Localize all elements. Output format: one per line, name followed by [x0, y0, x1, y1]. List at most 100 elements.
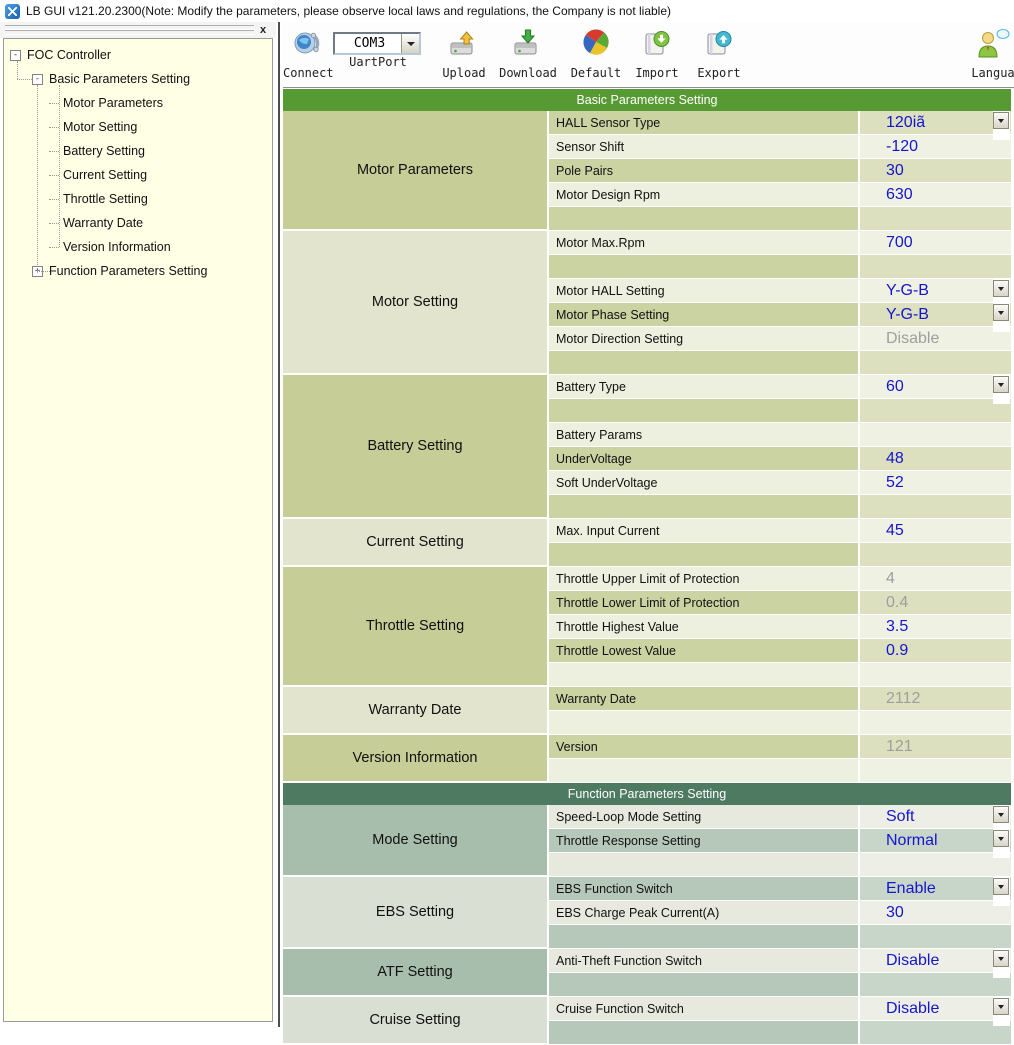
- param-value[interactable]: Disable: [860, 327, 1011, 350]
- tree-item-foc-controller[interactable]: -FOC Controller: [10, 43, 111, 67]
- param-name: Max. Input Current: [549, 519, 860, 542]
- tree-item-function-parameters-setting[interactable]: +Function Parameters Setting: [32, 259, 207, 283]
- close-icon[interactable]: x: [256, 23, 270, 37]
- param-row-speed-loop-mode-setting: Speed-Loop Mode SettingSoft: [549, 805, 1011, 829]
- tree-item-basic-parameters-setting[interactable]: -Basic Parameters Setting: [32, 67, 190, 91]
- param-row-anti-theft-function-switch: Anti-Theft Function SwitchDisable: [549, 949, 1011, 973]
- param-value[interactable]: 30: [860, 159, 1011, 182]
- section-header-function-parameters-setting: Function Parameters Setting: [283, 783, 1011, 805]
- group-cell-throttle-setting: Throttle Setting: [283, 567, 549, 687]
- grip-line: [5, 30, 254, 35]
- panel-splitter[interactable]: [276, 22, 283, 1027]
- param-value[interactable]: 52: [860, 471, 1011, 494]
- param-value[interactable]: 60: [860, 375, 1011, 398]
- group-rows: Battery Type60Battery ParamsUnderVoltage…: [549, 375, 1011, 519]
- param-value[interactable]: Normal: [860, 829, 1011, 852]
- param-value[interactable]: Enable: [860, 877, 1011, 900]
- collapse-icon[interactable]: -: [10, 50, 21, 61]
- tree-item-warranty-date[interactable]: Warranty Date: [49, 211, 143, 235]
- title-bar: LB GUI v121.20.2300(Note: Modify the par…: [0, 0, 1014, 23]
- export-button[interactable]: Export: [690, 28, 748, 86]
- tree-item-current-setting[interactable]: Current Setting: [49, 163, 147, 187]
- tree-connector: [17, 61, 18, 79]
- toolbar: Connect COM3 UartPort Upload: [283, 22, 1014, 88]
- param-value[interactable]: 121: [860, 735, 1011, 758]
- uart-port-value: COM3: [335, 36, 401, 51]
- tree-item-motor-setting[interactable]: Motor Setting: [49, 115, 137, 139]
- connect-icon: [283, 28, 333, 62]
- param-value[interactable]: Disable: [860, 997, 1011, 1020]
- tree-item-motor-parameters[interactable]: Motor Parameters: [49, 91, 163, 115]
- dropdown-button[interactable]: [993, 806, 1009, 823]
- chevron-down-icon: [998, 287, 1004, 291]
- param-value[interactable]: Soft: [860, 805, 1011, 828]
- collapse-icon[interactable]: -: [32, 74, 43, 85]
- param-row-cruise-function-switch: Cruise Function SwitchDisable: [549, 997, 1011, 1021]
- group-rows: Max. Input Current 45: [549, 519, 1011, 567]
- param-value[interactable]: 700: [860, 231, 1011, 254]
- param-row-empty: [549, 663, 1011, 687]
- param-value: [860, 399, 1011, 422]
- upload-icon: [436, 28, 492, 62]
- param-value[interactable]: 0.4: [860, 591, 1011, 614]
- param-value[interactable]: 48: [860, 447, 1011, 470]
- param-value[interactable]: Y-G-B: [860, 303, 1011, 326]
- param-value[interactable]: 0.9: [860, 639, 1011, 662]
- param-row-motor-phase-setting: Motor Phase SettingY-G-B: [549, 303, 1011, 327]
- param-name: [549, 711, 860, 734]
- dropdown-button[interactable]: [993, 830, 1009, 847]
- dropdown-button[interactable]: [993, 998, 1009, 1015]
- param-value[interactable]: 630: [860, 183, 1011, 206]
- dropdown-button[interactable]: [993, 878, 1009, 895]
- tree-item-version-information[interactable]: Version Information: [49, 235, 171, 259]
- param-value-text: Soft: [886, 808, 914, 826]
- group-cell-ebs-setting: EBS Setting: [283, 877, 549, 949]
- param-value[interactable]: 2112: [860, 687, 1011, 710]
- dropdown-button[interactable]: [993, 304, 1009, 321]
- param-value[interactable]: 30: [860, 901, 1011, 924]
- sidebar-grip-bar[interactable]: x: [0, 22, 276, 38]
- group-cruise-setting: Cruise SettingCruise Function SwitchDisa…: [283, 997, 1011, 1045]
- default-button[interactable]: Default: [566, 28, 626, 86]
- tree-item-battery-setting[interactable]: Battery Setting: [49, 139, 145, 163]
- dropdown-button[interactable]: [993, 950, 1009, 967]
- chevron-down-icon: [998, 957, 1004, 961]
- param-value: [860, 663, 1011, 686]
- language-button[interactable]: Langua: [963, 28, 1014, 86]
- param-name: [549, 351, 860, 374]
- param-row-soft-undervoltage: Soft UnderVoltage52: [549, 471, 1011, 495]
- group-cell-atf-setting: ATF Setting: [283, 949, 549, 997]
- param-value[interactable]: Y-G-B: [860, 279, 1011, 302]
- tree-connector: [49, 199, 59, 200]
- dropdown-button[interactable]: [993, 280, 1009, 297]
- tree-item-label: Throttle Setting: [63, 192, 148, 206]
- param-value[interactable]: Disable: [860, 949, 1011, 972]
- dropdown-button[interactable]: [993, 112, 1009, 129]
- param-row-empty: [549, 759, 1011, 783]
- uart-port-select[interactable]: COM3: [333, 32, 421, 55]
- param-value: [860, 1021, 1011, 1044]
- param-combobox: [993, 303, 1010, 332]
- connect-button[interactable]: Connect: [283, 28, 333, 86]
- param-row-empty: [549, 925, 1011, 949]
- uart-port-dropdown-icon[interactable]: [401, 34, 419, 53]
- param-value[interactable]: 120iã: [860, 111, 1011, 134]
- tree-item-throttle-setting[interactable]: Throttle Setting: [49, 187, 148, 211]
- dropdown-button[interactable]: [993, 376, 1009, 393]
- group-cell-battery-setting: Battery Setting: [283, 375, 549, 519]
- uart-port-label: UartPort: [333, 55, 423, 69]
- param-value-text: 45: [886, 522, 904, 540]
- download-button[interactable]: Download: [495, 28, 561, 86]
- import-button[interactable]: Import: [628, 28, 686, 86]
- param-value[interactable]: 4: [860, 567, 1011, 590]
- param-value: [860, 207, 1011, 230]
- param-name: EBS Function Switch: [549, 877, 860, 900]
- group-rows: HALL Sensor Type120iãSensor Shift-120Pol…: [549, 111, 1011, 231]
- param-name: [549, 973, 860, 996]
- param-value[interactable]: 3.5: [860, 615, 1011, 638]
- param-value[interactable]: -120: [860, 135, 1011, 158]
- param-value[interactable]: 45: [860, 519, 1011, 542]
- chevron-down-icon: [998, 383, 1004, 387]
- param-combobox: [993, 829, 1010, 858]
- upload-button[interactable]: Upload: [436, 28, 492, 86]
